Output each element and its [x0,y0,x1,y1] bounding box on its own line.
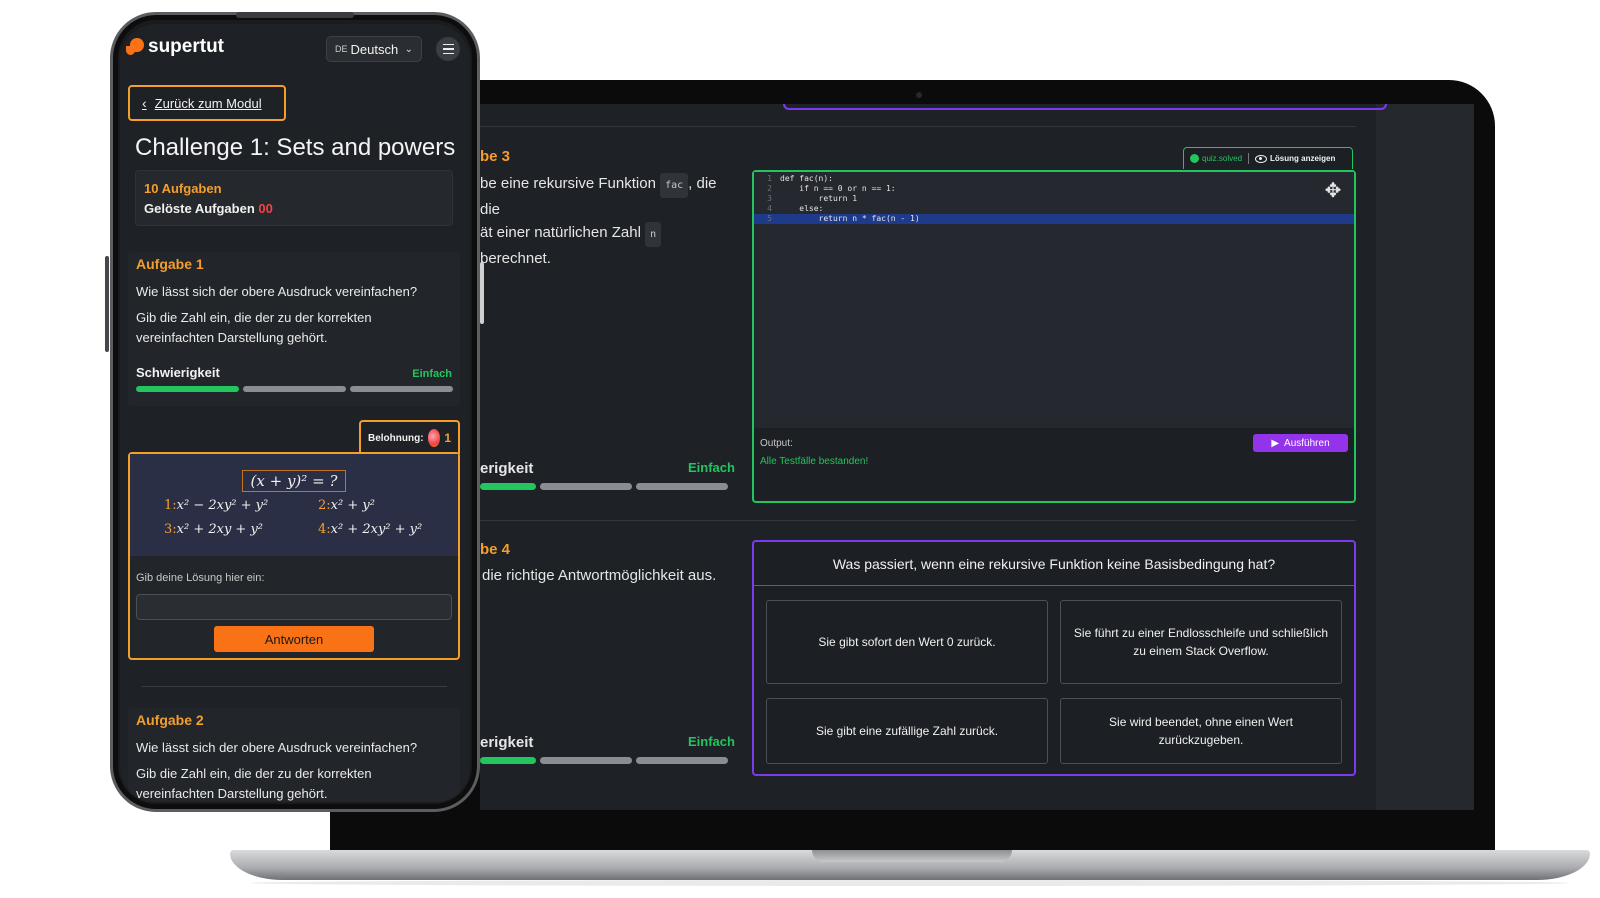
back-to-module-button[interactable]: ‹ Zurück zum Modul [128,85,286,121]
difficulty-label: erigkeit [480,460,534,477]
code-fac: fac [660,173,689,198]
check-icon [1190,154,1199,163]
task-1-title: Aufgabe 1 [136,256,204,272]
divider [480,126,1356,127]
quiz-option-1[interactable]: Sie gibt sofort den Wert 0 zurück. [766,600,1048,684]
difficulty-bar-3 [636,483,728,490]
phone-header: supertut DE Deutsch ⌄ [120,24,470,76]
difficulty-bar-2 [540,757,632,764]
phone-side-button [105,256,109,352]
task-1-question: Wie lässt sich der obere Ausdruck verein… [136,284,418,299]
quiz-option-3[interactable]: Sie gibt eine zufällige Zahl zurück. [766,698,1048,764]
logo-icon [126,38,144,56]
code-line-active: 5 return n * fac(n - 1) [754,214,1354,224]
difficulty-value: Einfach [688,734,735,749]
difficulty-bar-2 [540,483,632,490]
task-4-title: be 4 [480,541,511,558]
quiz-option-2[interactable]: Sie führt zu einer Endlosschleife und sc… [1060,600,1342,684]
difficulty-bar-3 [636,757,728,764]
answer-panel: (x + y)² = ? 1:x² − 2xy² + y² 2:x² + y² … [128,452,460,660]
task-2-title: Aufgabe 2 [136,712,204,728]
laptop-shadow [250,880,1570,886]
right-rail [1376,104,1474,810]
difficulty-label: erigkeit [480,734,534,751]
quiz-panel: Was passiert, wenn eine rekursive Funkti… [752,540,1356,776]
menu-button[interactable] [436,37,460,61]
task-2-card: Aufgabe 2 Wie lässt sich der obere Ausdr… [128,708,460,802]
task-2-instruction: Gib die Zahl ein, die der zu der korrekt… [136,766,372,801]
code-editor-panel: 1 def fac(n): 2 if n == 0 or n == 1: 3 re… [752,170,1356,503]
difficulty-label: Schwierigkeit [136,365,220,380]
code-line: 1 def fac(n): [767,174,833,183]
output-text: Alle Testfälle bestanden! [760,456,869,467]
chevron-left-icon: ‹ [142,95,147,111]
difficulty-value: Einfach [412,368,452,380]
chevron-down-icon: ⌄ [404,43,413,55]
quiz-question: Was passiert, wenn eine rekursive Funkti… [754,542,1354,586]
language-select[interactable]: DE Deutsch ⌄ [326,36,422,62]
difficulty-bar-1 [480,483,536,490]
output-label: Output: [760,438,793,449]
formula-option: 4:x² + 2xy² + y² [318,522,423,537]
task-3-title: be 3 [480,148,511,165]
phone-screen: supertut DE Deutsch ⌄ ‹ Zurück zum Modul… [120,24,470,802]
phone-side-button [480,262,484,324]
difficulty-bar-3 [350,386,453,392]
phone-speaker [236,12,354,18]
formula-option: 2:x² + y² [318,498,375,513]
task-4-text: die richtige Antwortmöglichkeit aus. [482,567,717,584]
page-title: Challenge 1: Sets and powers [135,134,456,161]
eye-icon [1255,154,1268,163]
reward-badge: Belohnung: 1 [359,420,460,454]
task-summary: 10 Aufgaben Gelöste Aufgaben 00 [135,170,453,226]
laptop-screen: be 3 be eine rekursive Funktion fac, die… [480,104,1474,810]
code-editor[interactable]: 1 def fac(n): 2 if n == 0 or n == 1: 3 re… [754,172,1354,428]
previous-block-edge [783,104,1387,110]
laptop-camera [916,92,922,98]
formula-main: (x + y)² = ? [242,470,346,492]
code-line: 3 return 1 [767,194,858,203]
laptop-notch [812,850,1012,862]
coin-icon [427,429,441,447]
play-icon: ▶ [1271,437,1280,449]
task-1-instruction: Gib die Zahl ein, die der zu der korrekt… [136,310,372,345]
run-button[interactable]: ▶ Ausführen [1253,434,1348,452]
show-solution-button[interactable]: Lösung anzeigen [1255,154,1335,163]
difficulty-bar-1 [136,386,239,392]
logo[interactable]: supertut [126,36,224,58]
submit-answer-button[interactable]: Antworten [214,626,374,652]
difficulty-value: Einfach [688,460,735,475]
editor-status-bar: quiz.solved Lösung anzeigen [1183,147,1353,169]
solution-input[interactable] [136,594,452,620]
move-icon[interactable]: ✥ [1322,180,1344,202]
code-line: 4 else: [767,204,824,213]
formula-image: (x + y)² = ? 1:x² − 2xy² + y² 2:x² + y² … [130,454,458,556]
solution-label: Gib deine Lösung hier ein: [136,572,265,584]
quiz-option-4[interactable]: Sie wird beendet, ohne einen Wert zurück… [1060,698,1342,764]
formula-option: 1:x² − 2xy² + y² [164,498,269,513]
difficulty-bar-2 [243,386,346,392]
solved-badge: quiz.solved [1190,154,1242,163]
divider [142,686,447,687]
code-line: 2 if n == 0 or n == 1: [767,184,896,193]
task-1-card: Aufgabe 1 Wie lässt sich der obere Ausdr… [128,252,460,406]
code-n: n [645,222,662,247]
divider [480,520,1356,521]
task-3-text: be eine rekursive Funktion fac, die die … [480,173,717,267]
difficulty-bar-1 [480,757,536,764]
formula-option: 3:x² + 2xy + y² [164,522,264,537]
task-2-question: Wie lässt sich der obere Ausdruck verein… [136,740,418,755]
